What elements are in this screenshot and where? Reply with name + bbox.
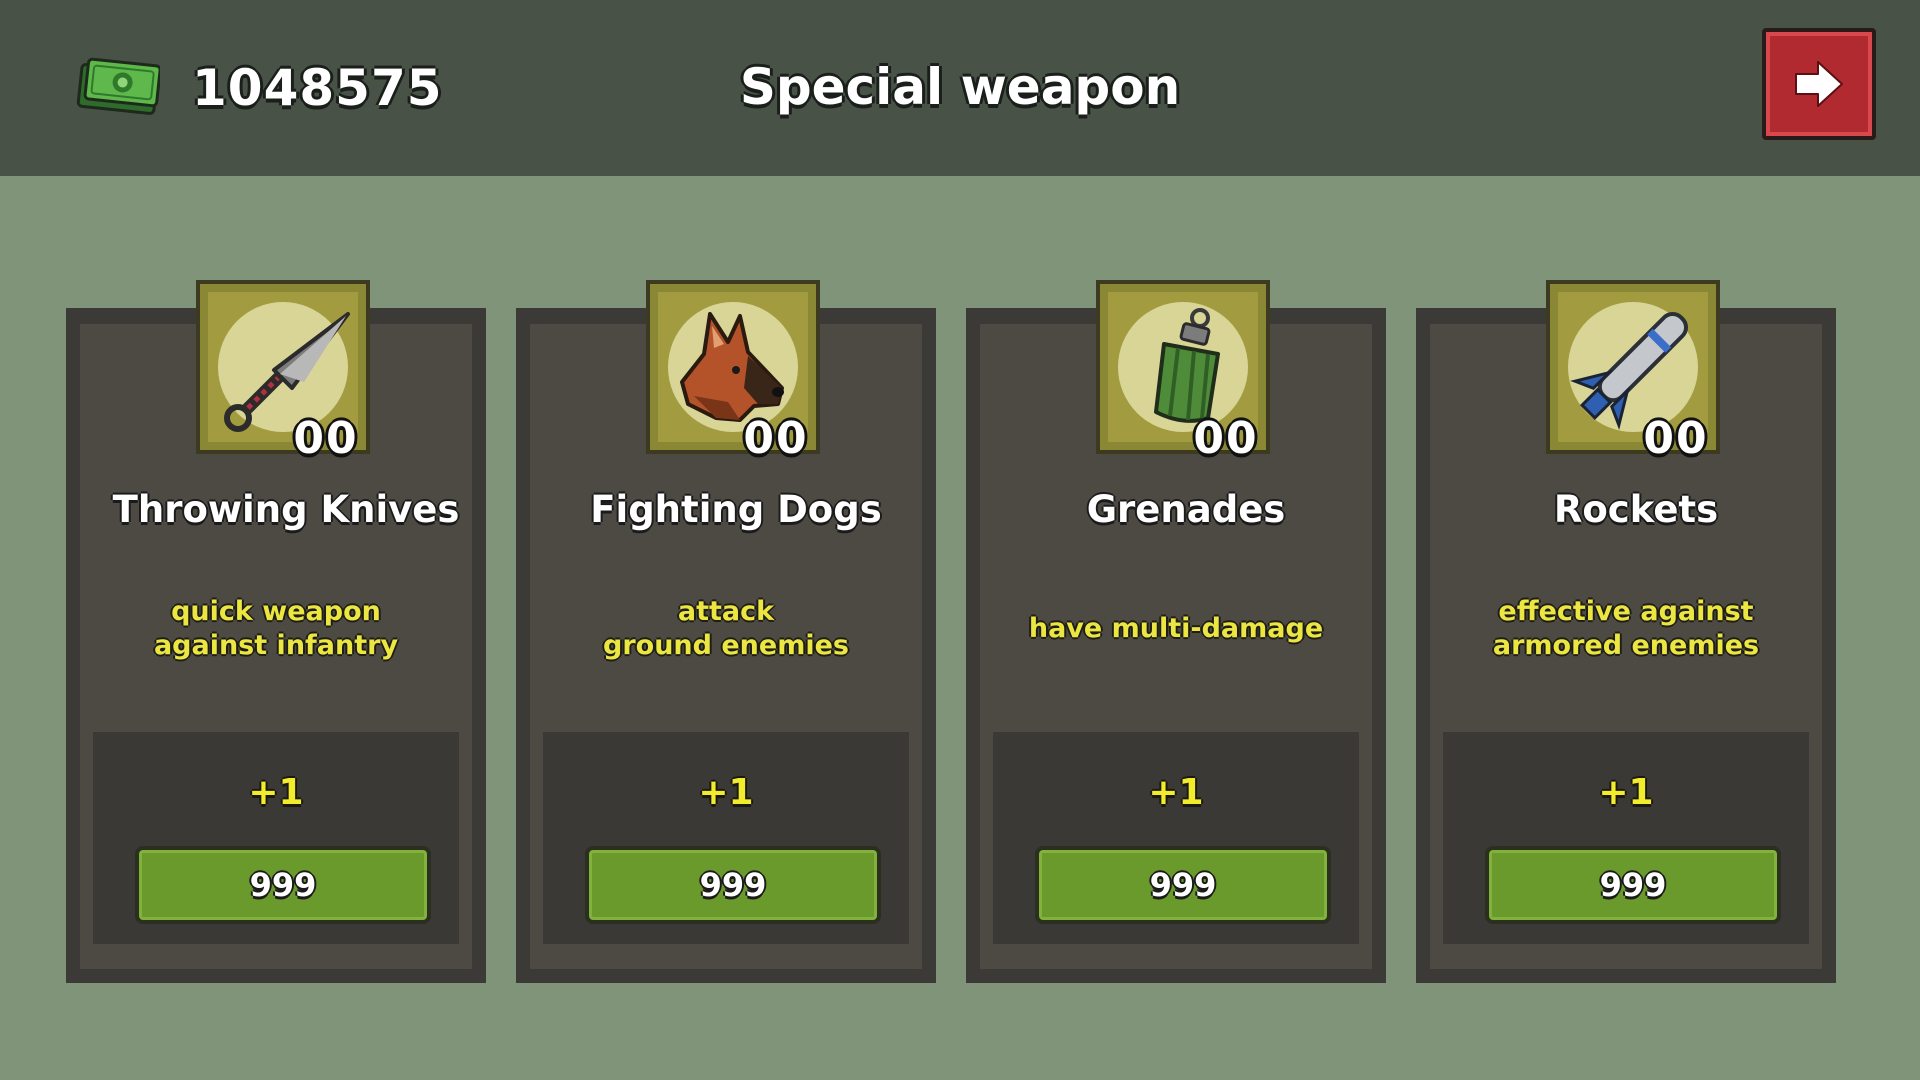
weapon-count: 00	[743, 413, 809, 464]
buy-button-fighting-dogs[interactable]: 999	[585, 846, 881, 924]
weapon-name: Grenades	[1086, 488, 1286, 531]
purchase-bonus: +1	[1598, 772, 1654, 813]
weapon-count: 00	[1193, 413, 1259, 464]
next-button[interactable]	[1762, 28, 1876, 140]
purchase-bonus: +1	[1148, 772, 1204, 813]
weapon-description: attack ground enemies	[603, 596, 849, 661]
page-title: Special weapon	[739, 58, 1181, 116]
cash-stack-icon	[76, 56, 162, 120]
buy-button-rockets[interactable]: 999	[1485, 846, 1781, 924]
weapon-count: 00	[1643, 413, 1709, 464]
weapon-name: Fighting Dogs	[590, 488, 882, 531]
weapon-description: have multi-damage	[1028, 613, 1324, 644]
money-balance: 1048575	[192, 59, 443, 117]
buy-button-throwing-knives[interactable]: 999	[135, 846, 431, 924]
top-bar: 1048575 Special weapon	[0, 0, 1920, 176]
weapon-count: 00	[293, 413, 359, 464]
purchase-bonus: +1	[248, 772, 304, 813]
weapon-description: quick weapon against infantry	[153, 596, 399, 661]
purchase-bonus: +1	[698, 772, 754, 813]
buy-button-grenades[interactable]: 999	[1035, 846, 1331, 924]
arrow-right-icon	[1795, 61, 1843, 107]
weapon-name: Rockets	[1553, 488, 1719, 531]
weapon-description: effective against armored enemies	[1492, 596, 1760, 661]
weapon-name: Throwing Knives	[112, 488, 460, 531]
